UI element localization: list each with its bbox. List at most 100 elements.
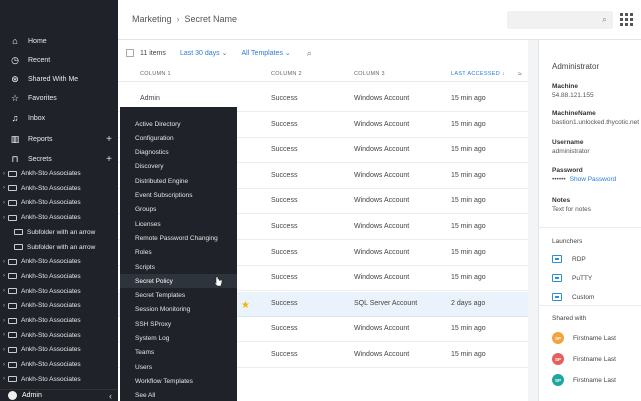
sidebar-item-shared-with-me[interactable]: ⊛ Shared With Me: [0, 70, 118, 88]
divider: [539, 305, 641, 306]
lock-icon: ⊓: [11, 153, 19, 164]
detail-label: MachineName: [552, 110, 596, 117]
menu-item-see-all[interactable]: See All: [120, 389, 237, 401]
folder-icon: [8, 346, 17, 353]
sidebar-item-recent[interactable]: ◷ Recent: [0, 51, 118, 69]
show-password-link[interactable]: Show Password: [570, 176, 617, 183]
cell-c3: Windows Account: [354, 351, 410, 358]
sidebar-item-label: Home: [28, 37, 47, 45]
chevron-right-icon[interactable]: ›: [0, 318, 8, 324]
folder-item[interactable]: › Ankh-Sto Associates: [0, 254, 118, 269]
user-name: Admin: [22, 392, 42, 399]
folder-item[interactable]: › Ankh-Sto Associates: [0, 181, 118, 196]
star-icon: ☆: [10, 92, 20, 103]
menu-item-workflow-templates[interactable]: Workflow Templates: [120, 374, 237, 388]
column-header-last-accessed[interactable]: LAST ACCESSED ↓: [451, 71, 505, 77]
launcher-putty[interactable]: PuTTY: [552, 272, 592, 284]
folder-item[interactable]: › Ankh-Sto Associates: [0, 328, 118, 343]
chevron-right-icon[interactable]: ›: [0, 288, 8, 294]
shared-user[interactable]: SP Firstname Last: [552, 352, 616, 366]
chevron-right-icon[interactable]: ›: [0, 200, 8, 206]
chevron-right-icon[interactable]: ›: [0, 171, 8, 177]
chevron-right-icon[interactable]: ›: [0, 259, 8, 265]
menu-item-system-log[interactable]: System Log: [120, 332, 237, 346]
apps-grid-icon[interactable]: [620, 13, 633, 26]
menu-item-distributed-engine[interactable]: Distributed Engine: [120, 174, 237, 188]
select-all-checkbox[interactable]: [126, 49, 134, 57]
collapse-sidebar-icon[interactable]: ‹: [109, 391, 112, 401]
menu-item-ssh-sproxy[interactable]: SSH SProxy: [120, 317, 237, 331]
chevron-right-icon[interactable]: ›: [0, 332, 8, 338]
menu-item-diagnostics[interactable]: Diagnostics: [120, 146, 237, 160]
global-search-input[interactable]: ⌕: [507, 11, 613, 29]
folder-item[interactable]: ›Subfolder with an arrow: [0, 225, 118, 240]
shared-with-title: Shared with: [552, 315, 587, 322]
folder-item[interactable]: › Ankh-Sto Associates: [0, 372, 118, 387]
menu-item-event-subscriptions[interactable]: Event Subscriptions: [120, 189, 237, 203]
folder-icon: [8, 302, 17, 309]
folder-icon: [8, 273, 17, 280]
menu-item-remote-password-changing[interactable]: Remote Password Changing: [120, 231, 237, 245]
launcher-rdp[interactable]: RDP: [552, 253, 586, 265]
menu-item-secret-templates[interactable]: Secret Templates: [120, 289, 237, 303]
add-secrets-button[interactable]: +: [106, 154, 112, 165]
chevron-right-icon[interactable]: ›: [0, 215, 8, 221]
folder-item[interactable]: › Ankh-Sto Associates: [0, 313, 118, 328]
chevron-right-icon[interactable]: ›: [0, 273, 8, 279]
folder-item[interactable]: › Ankh-Sto Associates: [0, 269, 118, 284]
folder-item[interactable]: › Ankh-Sto Associates: [0, 210, 118, 225]
folder-label: Ankh-Sto Associates: [21, 170, 81, 177]
chevron-right-icon[interactable]: ›: [0, 376, 8, 382]
chevron-right-icon[interactable]: ›: [0, 185, 8, 191]
folder-item[interactable]: › Ankh-Sto Associates: [0, 284, 118, 299]
sidebar: ⌂ Home ◷ Recent ⊛ Shared With Me ☆ Favorites ♫ In…: [0, 0, 118, 401]
column-header-2[interactable]: COLUMN 2: [271, 71, 302, 77]
favorite-star-icon[interactable]: ★: [241, 300, 250, 311]
cell-c3: Windows Account: [354, 325, 410, 333]
folder-item[interactable]: ›Subfolder with an arrow: [0, 240, 118, 255]
folder-item[interactable]: › Ankh-Sto Associates: [0, 166, 118, 181]
folder-item[interactable]: › Ankh-Sto Associates: [0, 342, 118, 357]
sidebar-item-favorites[interactable]: ☆ Favorites: [0, 89, 118, 107]
folder-item[interactable]: › Ankh-Sto Associates: [0, 357, 118, 372]
menu-item-licenses[interactable]: Licenses: [120, 217, 237, 231]
sidebar-item-label: Shared With Me: [28, 75, 79, 83]
cell-c3: Windows Account: [354, 120, 410, 128]
chevron-right-icon[interactable]: ›: [0, 303, 8, 309]
user-menu[interactable]: Admin ‹: [0, 389, 118, 401]
table-search-icon[interactable]: ⌕: [307, 48, 312, 59]
add-reports-button[interactable]: +: [106, 134, 112, 145]
menu-item-roles[interactable]: Roles: [120, 246, 237, 260]
menu-item-active-directory[interactable]: Active Directory: [120, 117, 237, 131]
cell-c4: 15 min ago: [451, 351, 486, 358]
chevron-right-icon[interactable]: ›: [0, 362, 8, 368]
folder-icon: [8, 214, 17, 221]
folder-item[interactable]: › Ankh-Sto Associates: [0, 298, 118, 313]
folder-icon: [8, 317, 17, 324]
menu-item-teams[interactable]: Teams: [120, 346, 237, 360]
column-header-3[interactable]: COLUMN 3: [354, 71, 385, 77]
menu-item-session-monitoring[interactable]: Session Monitoring: [120, 303, 237, 317]
shared-user[interactable]: SP Firstname Last: [552, 373, 616, 387]
folder-item[interactable]: › Ankh-Sto Associates: [0, 195, 118, 210]
column-header-1[interactable]: COLUMN 1: [140, 71, 171, 77]
sidebar-item-inbox[interactable]: ♫ Inbox: [0, 109, 118, 127]
menu-item-scripts[interactable]: Scripts: [120, 260, 237, 274]
column-settings-icon[interactable]: ≈: [518, 71, 522, 78]
breadcrumb-separator: ›: [176, 14, 180, 24]
cell-c3: Windows Account: [354, 223, 410, 230]
sidebar-item-home[interactable]: ⌂ Home: [0, 32, 118, 50]
breadcrumb-marketing[interactable]: Marketing: [132, 14, 172, 24]
menu-item-users[interactable]: Users: [120, 360, 237, 374]
menu-item-configuration[interactable]: Configuration: [120, 131, 237, 145]
folder-label: Ankh-Sto Associates: [21, 214, 81, 222]
shared-user[interactable]: SP Firstname Last: [552, 331, 616, 345]
date-filter-dropdown[interactable]: Last 30 days ⌄: [180, 49, 228, 57]
template-filter-dropdown[interactable]: All Templates ⌄: [241, 49, 290, 57]
cell-c4: 15 min ago: [451, 223, 486, 230]
sidebar-item-reports[interactable]: ▥ Reports +: [0, 130, 118, 148]
chevron-right-icon[interactable]: ›: [0, 347, 8, 353]
menu-item-groups[interactable]: Groups: [120, 203, 237, 217]
menu-item-discovery[interactable]: Discovery: [120, 160, 237, 174]
launcher-custom[interactable]: Custom: [552, 291, 594, 303]
